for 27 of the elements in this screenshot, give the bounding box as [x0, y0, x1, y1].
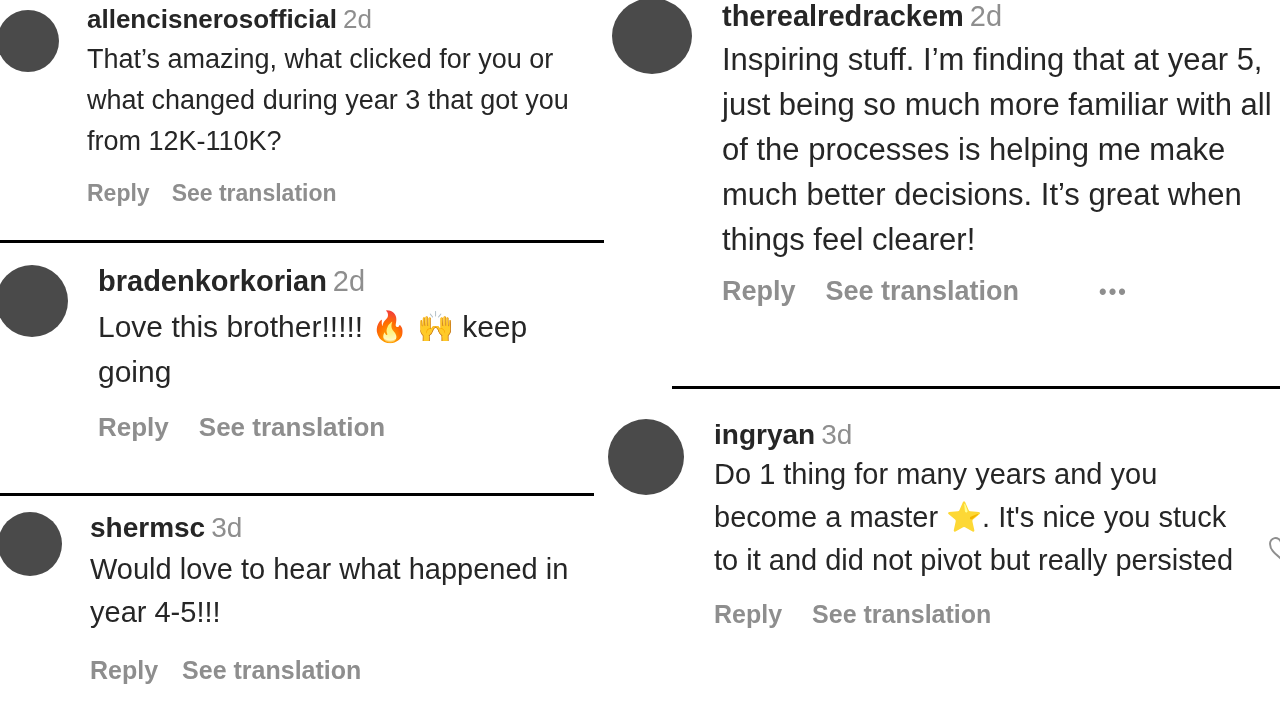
comment-time: 2d [332, 265, 366, 298]
more-options-button[interactable]: ••• [1099, 278, 1128, 305]
comment-text: That’s amazing, what clicked for you or what changed during year 3 that got you from 12K-110K? [87, 43, 570, 158]
reply-link[interactable]: Reply [714, 600, 783, 629]
username[interactable]: therealredrackem [722, 0, 964, 33]
comment-time: 3d [211, 512, 243, 544]
comment-time: 2d [343, 4, 372, 35]
username[interactable]: bradenkorkorian [98, 265, 327, 298]
see-translation-link[interactable]: See translation [825, 276, 1020, 307]
reply-link[interactable]: Reply [722, 276, 796, 307]
see-translation-link[interactable]: See translation [198, 412, 386, 443]
comment-text: Love this brother!!!!! 🔥 🙌 keep going [98, 309, 529, 390]
comment-text: Do 1 thing for many years and you become a master ⭐. It's nice you stuck to it and did not pivot but really persisted [714, 457, 1234, 578]
username[interactable]: allencisnerosofficial [87, 4, 337, 35]
avatar-photo-placeholder[interactable] [0, 10, 59, 72]
comment-text: Inspiring stuff. I’m finding that at year 5, just being so much more familiar with all of the processes is helping me make much better decisions. It’s great when things feel clearer! [722, 41, 1273, 259]
comment-time: 3d [821, 419, 853, 451]
reply-link[interactable]: Reply [87, 180, 150, 207]
see-translation-link[interactable]: See translation [171, 180, 337, 207]
username[interactable]: shermsc [90, 512, 206, 544]
reply-link[interactable]: Reply [98, 412, 169, 443]
comment-text: Would love to hear what happened in year 4-5!!! [90, 552, 570, 630]
see-translation-link[interactable]: See translation [182, 656, 362, 685]
username[interactable]: ingryan [714, 419, 816, 451]
comment-time: 2d [969, 0, 1003, 33]
see-translation-link[interactable]: See translation [812, 600, 992, 629]
reply-link[interactable]: Reply [90, 656, 159, 685]
